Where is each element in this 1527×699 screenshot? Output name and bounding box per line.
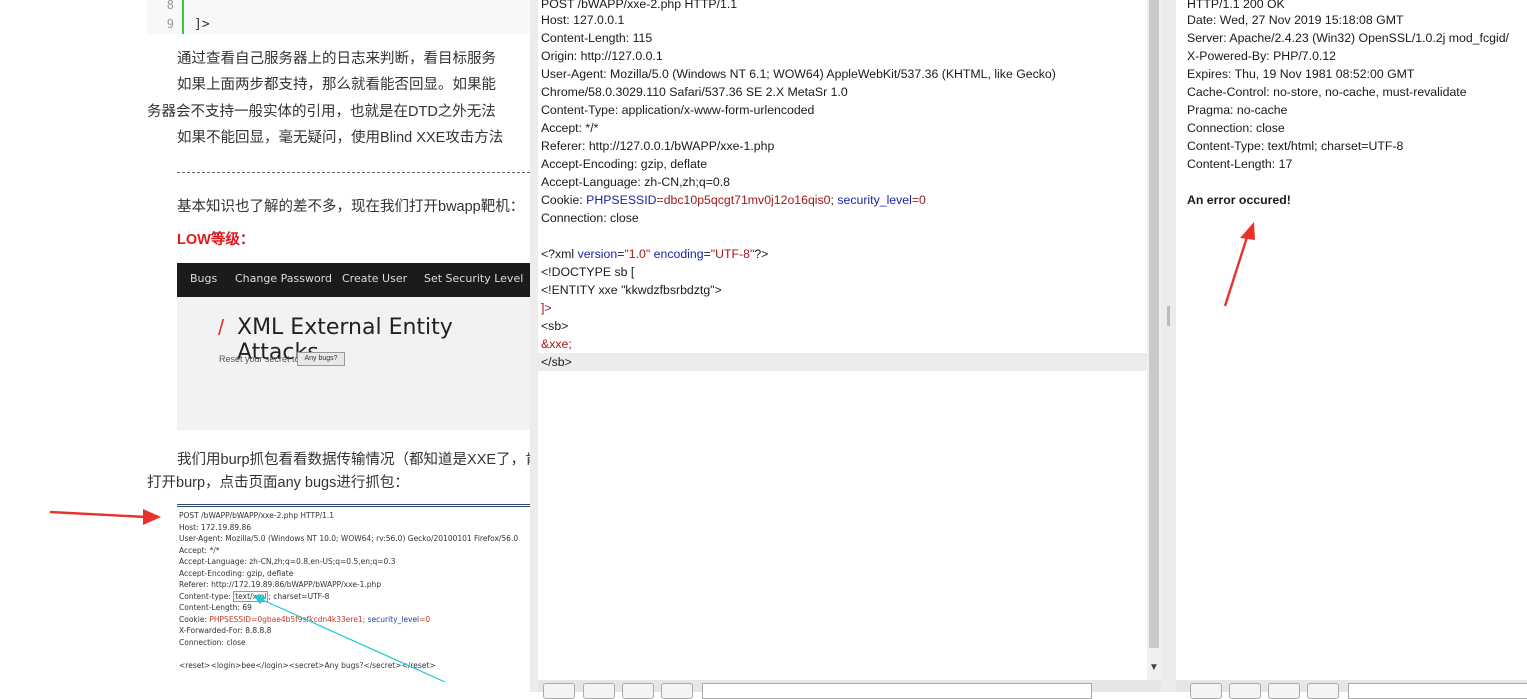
response-line: Server: Apache/2.4.23 (Win32) OpenSSL/1.…	[1187, 31, 1509, 45]
capture-line: Accept-Encoding: gzip, deflate	[179, 569, 294, 578]
capture-line: POST /bWAPP/bWAPP/xxe-2.php HTTP/1.1	[179, 511, 335, 520]
any-bugs-button: Any bugs?	[297, 352, 345, 366]
request-line: Connection: close	[541, 211, 639, 225]
request-line: Origin: http://127.0.0.1	[541, 49, 663, 63]
bwapp-screenshot: Bugs Change Password Create User Set Sec…	[177, 263, 530, 430]
request-line: Referer: http://127.0.0.1/bWAPP/xxe-1.ph…	[541, 139, 775, 153]
line-number: 8	[166, 0, 174, 12]
nav-item: Change Password	[235, 272, 332, 285]
splitter-grip-icon	[1167, 306, 1170, 326]
request-line: Chrome/58.0.3029.110 Safari/537.36 SE 2.…	[541, 85, 848, 99]
xml-tag: </sb>	[541, 355, 572, 369]
xml-entity-ref: &xxe;	[541, 337, 572, 351]
forward-button[interactable]	[661, 683, 693, 699]
prev-button[interactable]	[1229, 683, 1261, 699]
request-cookie-line: Cookie: PHPSESSID=dbc10p5qcgt71mv0j12o16…	[541, 191, 926, 209]
nav-item: Bugs	[190, 272, 218, 285]
blog-article: 8 9 ]> 通过查看自己服务器上的日志来判断，看目标服务 如果上面两步都支持，…	[0, 0, 530, 692]
paragraph: 通过查看自己服务器上的日志来判断，看目标服务	[177, 51, 496, 67]
xml-token: <?xml	[541, 247, 578, 261]
error-message: An error occured!	[1187, 193, 1291, 207]
nav-item: Set Security Level	[424, 272, 524, 285]
xml-doctype: <!DOCTYPE sb [	[541, 265, 635, 279]
response-line: X-Powered-By: PHP/7.0.12	[1187, 49, 1336, 63]
next-button[interactable]	[622, 683, 654, 699]
paragraph: 基本知识也了解的差不多，现在我们打开bwapp靶机：	[177, 199, 525, 215]
xml-entity: <!ENTITY xxe "kkwdzfbsrbdztg">	[541, 283, 722, 297]
request-line: Host: 127.0.0.1	[541, 13, 625, 27]
xml-token: "1.0"	[624, 247, 651, 261]
response-line: Content-Length: 17	[1187, 157, 1293, 171]
xml-token: ?>	[754, 247, 769, 261]
cookie-value: =dbc10p5qcgt71mv0j12o16qis0	[656, 193, 831, 207]
request-line: Accept: */*	[541, 121, 599, 135]
reset-label: Reset your secret to	[219, 354, 300, 364]
line-number: 9	[166, 17, 174, 31]
response-viewer[interactable]: HTTP/1.1 200 OK Date: Wed, 27 Nov 2019 1…	[1176, 0, 1527, 680]
capture-line: Referer: http://172.19.89.86/bWAPP/bWAPP…	[179, 580, 382, 589]
paragraph: 我们用burp抓包看看数据传输情况（都知道是XXE了，肯	[177, 452, 530, 468]
dashed-divider	[177, 172, 530, 173]
xml-token: "UTF-8"	[710, 247, 755, 261]
capture-text: Content-type:	[179, 592, 234, 601]
response-line: Expires: Thu, 19 Nov 1981 08:52:00 GMT	[1187, 67, 1415, 81]
request-line: User-Agent: Mozilla/5.0 (Windows NT 6.1;…	[541, 67, 1056, 81]
paragraph: 务器会不支持一般实体的引用，也就是在DTD之外无法	[147, 104, 496, 120]
scrollbar-thumb[interactable]	[1149, 0, 1159, 648]
cookie-key: security_level	[837, 193, 912, 207]
request-line: Accept-Encoding: gzip, deflate	[541, 157, 708, 171]
code-line-gutter: 8 9	[147, 0, 184, 34]
request-search-input[interactable]	[702, 683, 1092, 699]
capture-line: Accept-Language: zh-CN,zh;q=0.8,en-US;q=…	[179, 557, 396, 566]
paragraph: 打开burp，点击页面any bugs进行抓包：	[147, 475, 409, 491]
code-line: ]>	[194, 17, 210, 32]
request-line: Accept-Language: zh-CN,zh;q=0.8	[541, 175, 731, 189]
xml-token: =	[703, 247, 711, 261]
panel-divider[interactable]	[530, 0, 538, 692]
panel-divider[interactable]	[1161, 0, 1176, 692]
xml-declaration: <?xml version="1.0" encoding="UTF-8"?>	[541, 245, 768, 263]
cookie-value: =0	[911, 193, 926, 207]
code-block: ]>	[184, 0, 530, 34]
cyan-arrow-icon	[253, 595, 446, 683]
cookie-key: PHPSESSID	[586, 193, 657, 207]
title-slash: /	[218, 315, 225, 340]
help-button[interactable]	[1190, 683, 1222, 699]
xml-token: version	[577, 247, 618, 261]
capture-text: Cookie:	[179, 615, 210, 624]
capture-text: PHPSESSID	[209, 615, 252, 624]
red-arrow-icon	[1223, 222, 1255, 307]
capture-line: Content-Length: 69	[179, 603, 252, 612]
capture-line: Host: 172.19.89.86	[179, 523, 252, 532]
help-button[interactable]	[543, 683, 575, 699]
response-line: Pragma: no-cache	[1187, 103, 1288, 117]
xml-bracket: ]>	[541, 301, 552, 315]
cookie-label: Cookie:	[541, 193, 587, 207]
bwapp-nav: Bugs Change Password Create User Set Sec…	[177, 263, 530, 297]
scroll-down-icon[interactable]: ▼	[1149, 662, 1159, 673]
request-editor[interactable]: POST /bWAPP/xxe-2.php HTTP/1.1 Host: 127…	[538, 0, 1147, 680]
current-line-highlight	[538, 353, 1147, 371]
response-line: Date: Wed, 27 Nov 2019 15:18:08 GMT	[1187, 13, 1404, 27]
response-line: Connection: close	[1187, 121, 1285, 135]
prev-button[interactable]	[583, 683, 615, 699]
response-line: Cache-Control: no-store, no-cache, must-…	[1187, 85, 1467, 99]
capture-line: Connection: close	[179, 638, 246, 647]
capture-line: User-Agent: Mozilla/5.0 (Windows NT 10.0…	[179, 534, 519, 543]
response-line: Content-Type: text/html; charset=UTF-8	[1187, 139, 1404, 153]
paragraph: 如果上面两步都支持，那么就看能否回显。如果能	[177, 77, 496, 93]
forward-button[interactable]	[1307, 683, 1339, 699]
xml-tag: <sb>	[541, 319, 569, 333]
response-search-input[interactable]	[1348, 683, 1527, 699]
capture-line: Accept: */*	[179, 546, 220, 555]
request-scrollbar[interactable]: ▼	[1147, 0, 1161, 680]
request-line: Content-Type: application/x-www-form-url…	[541, 103, 815, 117]
section-heading: LOW等级：	[177, 232, 255, 248]
next-button[interactable]	[1268, 683, 1300, 699]
nav-item: Create User	[342, 272, 408, 285]
red-arrow-icon	[49, 509, 161, 525]
xml-token: encoding	[650, 247, 704, 261]
paragraph: 如果不能回显，毫无疑问，使用Blind XXE攻击方法	[177, 130, 504, 146]
request-line: Content-Length: 115	[541, 31, 653, 45]
